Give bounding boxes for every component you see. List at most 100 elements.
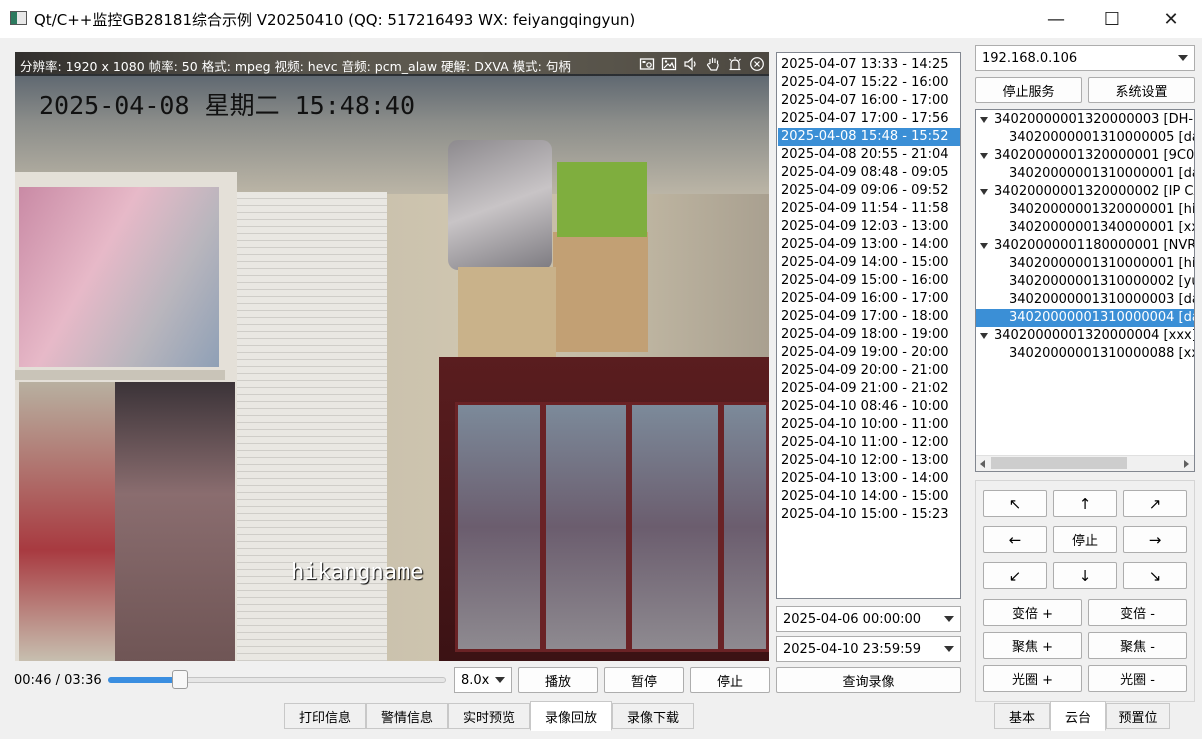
- tree-node-group[interactable]: 34020000001320000002 [IP CAM: [976, 183, 1194, 201]
- tab-right[interactable]: 预置位: [1106, 703, 1170, 729]
- close-window-button[interactable]: ✕: [1142, 0, 1200, 38]
- ptz-up-right-button[interactable]: ↗: [1123, 490, 1187, 517]
- expand-arrow-icon[interactable]: [980, 333, 988, 339]
- video-player[interactable]: 2025-04-08 星期二 15:48:40 hikangname 分辨率: …: [15, 52, 769, 661]
- video-frame-glass-door: [721, 402, 769, 652]
- zoom-out-button[interactable]: 变倍 -: [1088, 599, 1187, 626]
- scroll-left-icon[interactable]: [979, 460, 987, 468]
- device-tree[interactable]: 34020000001320000003 [DH-SH 3402000000131…: [975, 109, 1195, 472]
- record-item[interactable]: 2025-04-10 14:00 - 15:00: [778, 488, 960, 506]
- tree-node-device[interactable]: 34020000001310000001 [hika: [976, 255, 1194, 273]
- ptz-down-button[interactable]: ↓: [1053, 562, 1117, 589]
- expand-arrow-icon[interactable]: [980, 153, 988, 159]
- focus-out-button[interactable]: 聚焦 -: [1088, 632, 1187, 659]
- record-item[interactable]: 2025-04-10 11:00 - 12:00: [778, 434, 960, 452]
- speed-select[interactable]: 8.0x: [454, 667, 512, 693]
- close-icon[interactable]: [749, 56, 765, 72]
- record-item[interactable]: 2025-04-10 12:00 - 13:00: [778, 452, 960, 470]
- record-item[interactable]: 2025-04-07 16:00 - 17:00: [778, 92, 960, 110]
- tree-node-group[interactable]: 34020000001320000001 [9C050: [976, 147, 1194, 165]
- record-item[interactable]: 2025-04-08 20:55 - 21:04: [778, 146, 960, 164]
- tree-scrollbar-thumb[interactable]: [991, 457, 1127, 469]
- stop-service-button[interactable]: 停止服务: [975, 77, 1082, 103]
- tab-bottom[interactable]: 打印信息: [284, 703, 366, 729]
- chevron-down-icon: [944, 646, 954, 652]
- tree-node-device[interactable]: 34020000001320000001 [hika: [976, 201, 1194, 219]
- scroll-right-icon[interactable]: [1182, 460, 1190, 468]
- record-item[interactable]: 2025-04-10 15:00 - 15:23: [778, 506, 960, 524]
- record-item[interactable]: 2025-04-09 15:00 - 16:00: [778, 272, 960, 290]
- server-ip-select[interactable]: 192.168.0.106: [975, 45, 1195, 71]
- zoom-in-button[interactable]: 变倍 +: [983, 599, 1082, 626]
- tree-node-device[interactable]: 34020000001340000001 [xxx]: [976, 219, 1194, 237]
- snapshot-icon[interactable]: [639, 56, 655, 72]
- ptz-up-button[interactable]: ↑: [1053, 490, 1117, 517]
- maximize-button[interactable]: ☐: [1083, 0, 1141, 38]
- play-button[interactable]: 播放: [518, 667, 598, 693]
- record-item[interactable]: 2025-04-10 08:46 - 10:00: [778, 398, 960, 416]
- expand-arrow-icon[interactable]: [980, 189, 988, 195]
- alarm-icon[interactable]: [727, 56, 743, 72]
- stop-button[interactable]: 停止: [690, 667, 770, 693]
- record-item[interactable]: 2025-04-09 11:54 - 11:58: [778, 200, 960, 218]
- start-time-select[interactable]: 2025-04-06 00:00:00: [776, 606, 961, 632]
- system-settings-button[interactable]: 系统设置: [1088, 77, 1195, 103]
- tree-node-group[interactable]: 34020000001180000001 [NVR]: [976, 237, 1194, 255]
- image-icon[interactable]: [661, 56, 677, 72]
- record-item[interactable]: 2025-04-09 21:00 - 21:02: [778, 380, 960, 398]
- iris-open-button[interactable]: 光圈 +: [983, 665, 1082, 692]
- record-item[interactable]: 2025-04-09 09:06 - 09:52: [778, 182, 960, 200]
- record-item[interactable]: 2025-04-10 10:00 - 11:00: [778, 416, 960, 434]
- record-item[interactable]: 2025-04-08 15:48 - 15:52: [778, 128, 960, 146]
- record-item[interactable]: 2025-04-09 08:48 - 09:05: [778, 164, 960, 182]
- record-item[interactable]: 2025-04-09 19:00 - 20:00: [778, 344, 960, 362]
- ptz-stop-button[interactable]: 停止: [1053, 526, 1117, 553]
- ptz-up-left-button[interactable]: ↖: [983, 490, 1047, 517]
- tree-node-label: 34020000001310000004 [dah: [1009, 310, 1195, 325]
- query-records-button[interactable]: 查询录像: [776, 667, 961, 693]
- tree-node-device[interactable]: 34020000001310000004 [dah: [976, 309, 1194, 327]
- record-item[interactable]: 2025-04-09 17:00 - 18:00: [778, 308, 960, 326]
- tree-node-device[interactable]: 34020000001310000001 [dah: [976, 165, 1194, 183]
- volume-icon[interactable]: [683, 56, 699, 72]
- focus-in-button[interactable]: 聚焦 +: [983, 632, 1082, 659]
- tree-node-device[interactable]: 34020000001310000002 [yush: [976, 273, 1194, 291]
- ptz-right-button[interactable]: →: [1123, 526, 1187, 553]
- ptz-down-right-button[interactable]: ↘: [1123, 562, 1187, 589]
- record-item[interactable]: 2025-04-09 14:00 - 15:00: [778, 254, 960, 272]
- minimize-button[interactable]: —: [1027, 0, 1085, 38]
- tree-node-device[interactable]: 34020000001310000003 [dah: [976, 291, 1194, 309]
- record-item[interactable]: 2025-04-07 15:22 - 16:00: [778, 74, 960, 92]
- tab-bottom[interactable]: 录像下载: [612, 703, 694, 729]
- tree-node-device[interactable]: 34020000001310000088 [xxx]: [976, 345, 1194, 363]
- tab-bottom[interactable]: 警情信息: [366, 703, 448, 729]
- record-item[interactable]: 2025-04-07 17:00 - 17:56: [778, 110, 960, 128]
- expand-arrow-icon[interactable]: [980, 243, 988, 249]
- record-item[interactable]: 2025-04-09 20:00 - 21:00: [778, 362, 960, 380]
- record-item[interactable]: 2025-04-09 13:00 - 14:00: [778, 236, 960, 254]
- video-frame-clothes: [19, 187, 219, 367]
- tab-bottom[interactable]: 录像回放: [530, 701, 612, 731]
- expand-arrow-icon[interactable]: [980, 117, 988, 123]
- tab-bottom[interactable]: 实时预览: [448, 703, 530, 729]
- iris-close-button[interactable]: 光圈 -: [1088, 665, 1187, 692]
- record-item[interactable]: 2025-04-09 12:03 - 13:00: [778, 218, 960, 236]
- pause-button[interactable]: 暂停: [604, 667, 684, 693]
- tree-node-label: 34020000001320000002 [IP CAM: [994, 184, 1195, 199]
- ptz-left-button[interactable]: ←: [983, 526, 1047, 553]
- tree-node-group[interactable]: 34020000001320000003 [DH-SH: [976, 111, 1194, 129]
- playback-slider-handle[interactable]: [172, 670, 188, 689]
- record-item[interactable]: 2025-04-10 13:00 - 14:00: [778, 470, 960, 488]
- record-item[interactable]: 2025-04-07 13:33 - 14:25: [778, 56, 960, 74]
- tree-node-group[interactable]: 34020000001320000004 [xxx]: [976, 327, 1194, 345]
- tab-right[interactable]: 云台: [1050, 701, 1106, 731]
- record-list[interactable]: 2025-04-07 13:33 - 14:25 2025-04-07 15:22…: [776, 52, 961, 599]
- end-time-select[interactable]: 2025-04-10 23:59:59: [776, 636, 961, 662]
- ptz-down-left-button[interactable]: ↙: [983, 562, 1047, 589]
- tree-node-device[interactable]: 34020000001310000005 [dah: [976, 129, 1194, 147]
- hand-icon[interactable]: [705, 56, 721, 72]
- record-item[interactable]: 2025-04-09 18:00 - 19:00: [778, 326, 960, 344]
- record-item[interactable]: 2025-04-09 16:00 - 17:00: [778, 290, 960, 308]
- tab-right[interactable]: 基本: [994, 703, 1050, 729]
- time-separator: /: [55, 673, 60, 688]
